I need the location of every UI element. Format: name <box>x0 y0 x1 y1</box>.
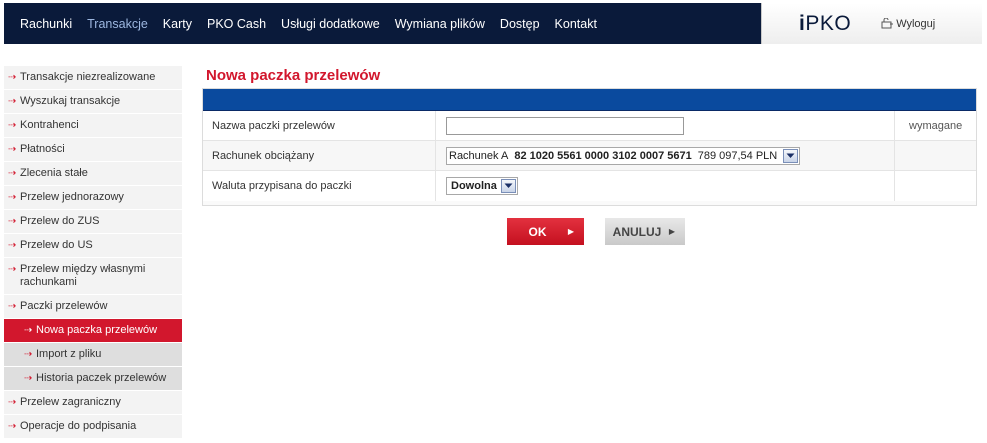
sidebar-item-nowa-paczka[interactable]: ⇢ Nowa paczka przelewów <box>4 319 182 343</box>
arrow-icon: ⇢ <box>24 349 33 360</box>
nav-pko-cash[interactable]: PKO Cash <box>207 17 266 31</box>
sidebar-item-przelew-do-zus[interactable]: ⇢ Przelew do ZUS <box>4 210 182 234</box>
arrow-icon: ⇢ <box>8 120 17 131</box>
ipko-logo: iPKO <box>799 11 852 35</box>
account-number: 82 1020 5561 0000 3102 0007 5671 <box>514 149 692 162</box>
logout-label: Wyloguj <box>896 17 936 30</box>
arrow-right-icon: ▶ <box>567 227 574 236</box>
arrow-icon: ⇢ <box>8 216 17 227</box>
arrow-icon: ⇢ <box>24 325 33 336</box>
account-note-cell <box>895 141 976 170</box>
arrow-icon: ⇢ <box>8 264 17 275</box>
package-name-label: Nazwa paczki przelewów <box>203 111 436 140</box>
package-name-input[interactable] <box>446 116 684 135</box>
top-navigation: Rachunki Transakcje Karty PKO Cash Usług… <box>4 3 761 44</box>
chevron-down-icon[interactable] <box>500 179 516 193</box>
page-title: Nowa paczka przelewów <box>206 67 381 84</box>
arrow-icon: ⇢ <box>8 240 17 251</box>
sidebar-item-zlecenia-stale[interactable]: ⇢ Zlecenia stałe <box>4 162 182 186</box>
arrow-icon: ⇢ <box>8 397 17 408</box>
arrow-right-icon: ▶ <box>668 227 675 236</box>
arrow-icon: ⇢ <box>24 373 33 384</box>
currency-label: Waluta przypisana do paczki <box>203 171 436 201</box>
sidebar-item-import-z-pliku[interactable]: ⇢ Import z pliku <box>4 343 182 367</box>
sidebar-item-paczki-przelewow[interactable]: ⇢ Paczki przelewów <box>4 295 182 319</box>
sidebar-item-przelew-do-us[interactable]: ⇢ Przelew do US <box>4 234 182 258</box>
form-header-bar <box>203 89 976 111</box>
arrow-icon: ⇢ <box>8 72 17 83</box>
ok-button-label: OK <box>528 224 547 239</box>
cancel-button[interactable]: ANULUJ ▶ <box>605 218 685 245</box>
nav-karty[interactable]: Karty <box>163 17 192 31</box>
arrow-icon: ⇢ <box>8 144 17 155</box>
nav-dostep[interactable]: Dostęp <box>500 17 540 31</box>
sidebar: ⇢ Transakcje niezrealizowane ⇢ Wyszukaj tr… <box>4 66 182 439</box>
package-name-cell <box>436 111 895 140</box>
nav-transakcje[interactable]: Transakcje <box>87 17 148 31</box>
sidebar-item-operacje-do-podpisania[interactable]: ⇢ Operacje do podpisania <box>4 415 182 439</box>
sidebar-item-historia-paczek[interactable]: ⇢ Historia paczek przelewów <box>4 367 182 391</box>
nav-uslugi-dodatkowe[interactable]: Usługi dodatkowe <box>281 17 380 31</box>
top-bar: Rachunki Transakcje Karty PKO Cash Usług… <box>4 3 982 44</box>
nav-wymiana-plikow[interactable]: Wymiana plików <box>395 17 485 31</box>
currency-cell: Dowolna <box>436 171 895 201</box>
sidebar-item-transakcje-niezrealizowane[interactable]: ⇢ Transakcje niezrealizowane <box>4 66 182 90</box>
sidebar-item-przelew-miedzy-rachunkami[interactable]: ⇢ Przelew między własnymi rachunkami <box>4 258 182 295</box>
cancel-button-label: ANULUJ <box>612 224 662 239</box>
ok-button[interactable]: OK ▶ <box>507 218 584 245</box>
currency-select[interactable]: Dowolna <box>446 177 518 195</box>
account-balance: 789 097,54 PLN <box>697 149 778 162</box>
nav-rachunki[interactable]: Rachunki <box>20 17 72 31</box>
account-label: Rachunek obciążany <box>203 141 436 170</box>
required-note: wymagane <box>909 119 963 132</box>
sidebar-item-wyszukaj-transakcje[interactable]: ⇢ Wyszukaj transakcje <box>4 90 182 114</box>
account-select[interactable]: Rachunek A 82 1020 5561 0000 3102 0007 5… <box>446 146 801 165</box>
form-row-package-name: Nazwa paczki przelewów wymagane <box>203 111 976 141</box>
nav-kontakt[interactable]: Kontakt <box>555 17 597 31</box>
logout-icon <box>881 18 894 29</box>
currency-note-cell <box>895 171 976 201</box>
arrow-icon: ⇢ <box>8 96 17 107</box>
currency-value: Dowolna <box>451 180 497 192</box>
account-cell: Rachunek A 82 1020 5561 0000 3102 0007 5… <box>436 141 895 170</box>
chevron-down-icon[interactable] <box>783 148 799 163</box>
arrow-icon: ⇢ <box>8 421 17 432</box>
sidebar-item-platnosci[interactable]: ⇢ Płatności <box>4 138 182 162</box>
sidebar-item-przelew-jednorazowy[interactable]: ⇢ Przelew jednorazowy <box>4 186 182 210</box>
brand-area: iPKO Wyloguj <box>761 3 982 44</box>
logout-button[interactable]: Wyloguj <box>881 18 935 30</box>
sidebar-item-przelew-zagraniczny[interactable]: ⇢ Przelew zagraniczny <box>4 391 182 415</box>
account-name: Rachunek A <box>449 149 509 162</box>
arrow-icon: ⇢ <box>8 168 17 179</box>
form-row-currency: Waluta przypisana do paczki Dowolna <box>203 171 976 201</box>
new-package-form: Nazwa paczki przelewów wymagane Rachunek… <box>202 88 977 206</box>
arrow-icon: ⇢ <box>8 192 17 203</box>
sidebar-item-kontrahenci[interactable]: ⇢ Kontrahenci <box>4 114 182 138</box>
form-row-account: Rachunek obciążany Rachunek A 82 1020 55… <box>203 141 976 171</box>
arrow-icon: ⇢ <box>8 301 17 312</box>
